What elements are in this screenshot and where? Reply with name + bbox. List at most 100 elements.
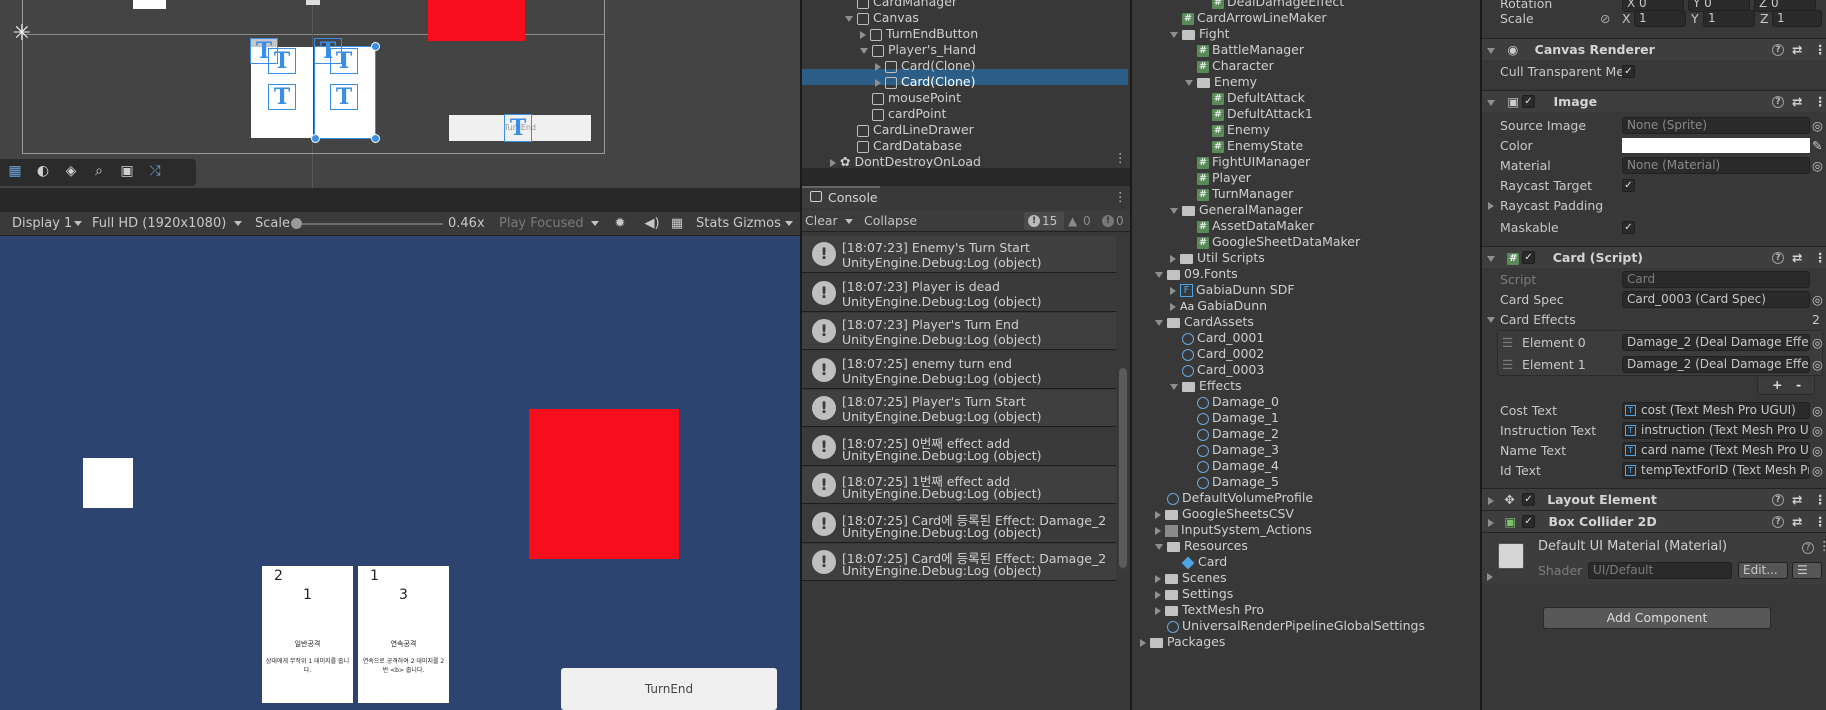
component-menu-icon[interactable]: ⋮ [1818, 538, 1826, 553]
project-row[interactable]: # Player [1185, 170, 1251, 186]
project-row[interactable]: Damage_0 [1185, 394, 1279, 410]
object-picker-icon[interactable]: ◎ [1812, 333, 1823, 353]
foldout-arrow-icon[interactable] [1487, 47, 1495, 54]
project-row[interactable]: # DealDamageEffect [1200, 0, 1344, 10]
console-log-entry[interactable]: ! [18:07:25] Card에 등록된 Effect: Damage_2 Un… [802, 505, 1116, 543]
shader-edit-button[interactable]: Edit... [1738, 562, 1788, 579]
expand-arrow-icon[interactable] [1170, 31, 1178, 38]
gizmos-dropdown[interactable]: Gizmos [733, 212, 797, 235]
pivot-icon[interactable]: ✳ [10, 22, 34, 46]
id-text-field[interactable]: tempTextForID (Text Mesh Pro [1622, 462, 1810, 479]
project-row[interactable]: Packages [1140, 634, 1225, 650]
preset-icon[interactable]: ⇄ [1792, 489, 1802, 511]
object-picker-icon[interactable]: ◎ [1812, 401, 1823, 421]
maskable-checkbox[interactable]: ✓ [1622, 221, 1635, 234]
link-icon[interactable]: ⊘ [1600, 9, 1610, 29]
material-field[interactable]: None (Material) [1622, 157, 1810, 174]
hierarchy-row[interactable]: CardDatabase [845, 138, 962, 154]
stats-button[interactable]: Stats [696, 212, 729, 235]
hierarchy-row[interactable]: mousePoint [860, 90, 961, 106]
card-spec-field[interactable]: Card_0003 (Card Spec) [1622, 291, 1810, 308]
layout-enabled-checbox[interactable]: ✓ [1522, 493, 1535, 506]
project-row[interactable]: Util Scripts [1170, 250, 1265, 266]
project-row[interactable]: Damage_5 [1185, 474, 1279, 490]
project-row[interactable]: TextMesh Pro [1155, 602, 1264, 618]
project-row[interactable]: # FightUIManager [1185, 154, 1310, 170]
expand-arrow-icon[interactable] [1185, 79, 1193, 86]
element-1-field[interactable]: Damage_2 (Deal Damage Effe [1622, 356, 1810, 373]
help-icon[interactable]: ? [1772, 96, 1784, 108]
expand-arrow-icon[interactable] [860, 47, 868, 54]
drag-handle-icon[interactable]: ☰ [1502, 333, 1513, 353]
preset-icon[interactable]: ⇄ [1792, 247, 1802, 269]
game-white-square[interactable] [83, 458, 133, 508]
collapse-arrow-icon[interactable] [1155, 606, 1161, 615]
hierarchy-row[interactable]: CardManager [845, 0, 957, 10]
expand-arrow-icon[interactable] [1155, 543, 1163, 550]
hierarchy-row[interactable]: CardLineDrawer [845, 122, 974, 138]
foldout-arrow-icon[interactable] [1487, 99, 1495, 106]
project-row[interactable]: Damage_1 [1185, 410, 1279, 426]
object-picker-icon[interactable]: ◎ [1812, 421, 1823, 441]
component-menu-icon[interactable]: ⋮ [1814, 91, 1826, 113]
eyedropper-icon[interactable]: ✎ [1812, 136, 1822, 156]
scene-white-square[interactable] [133, 0, 166, 9]
foldout-arrow-icon[interactable] [1487, 317, 1495, 323]
project-row[interactable]: Card_0002 [1170, 346, 1264, 362]
hierarchy-row[interactable]: ✿ DontDestroyOnLoad [830, 154, 981, 168]
hierarchy-row-selected[interactable]: Card(Clone) [875, 74, 975, 90]
project-row[interactable]: GoogleSheetsCSV [1155, 506, 1294, 522]
console-log-entry[interactable]: ! [18:07:25] enemy turn end UnityEngine.De… [802, 351, 1116, 389]
help-icon[interactable]: ? [1772, 44, 1784, 56]
project-row[interactable]: Card_0003 [1170, 362, 1264, 378]
collapse-arrow-icon[interactable] [830, 158, 836, 167]
expand-arrow-icon[interactable] [845, 15, 853, 22]
resolution-dropdown[interactable]: Full HD (1920x1080) [90, 212, 246, 235]
expand-arrow-icon[interactable] [1170, 207, 1178, 214]
element-0-field[interactable]: Damage_2 (Deal Damage Effe [1622, 334, 1810, 351]
help-icon[interactable]: ? [1772, 516, 1784, 528]
collider-enabled-checkbox[interactable]: ✓ [1522, 515, 1535, 528]
instruction-text-field[interactable]: instruction (Text Mesh Pro UG [1622, 422, 1810, 439]
project-row[interactable]: 09.Fonts [1155, 266, 1238, 282]
hierarchy-row[interactable]: cardPoint [860, 106, 946, 122]
project-row[interactable]: # DefultAttack [1200, 90, 1305, 106]
object-picker-icon[interactable]: ◎ [1812, 355, 1823, 375]
preset-icon[interactable]: ⇄ [1792, 511, 1802, 533]
component-menu-icon[interactable]: ⋮ [1814, 511, 1826, 533]
scale-y-field[interactable]: 1 [1703, 10, 1755, 27]
box-collider-header[interactable]: ▣ ✓ Box Collider 2D ? ⇄ ⋮ [1482, 510, 1826, 532]
console-scrollbar-thumb[interactable] [1119, 368, 1127, 568]
expand-arrow-icon[interactable] [1170, 383, 1178, 390]
hierarchy-row[interactable]: TurnEndButton [860, 26, 978, 42]
handle[interactable] [311, 134, 320, 143]
scene-small-square[interactable] [306, 0, 320, 5]
component-menu-icon[interactable]: ⋮ [1814, 489, 1826, 511]
turn-end-button[interactable]: TurnEnd [561, 668, 777, 710]
keyboard-icon[interactable]: ▦ [668, 212, 686, 235]
add-component-button[interactable]: Add Component [1543, 607, 1771, 629]
collapse-arrow-icon[interactable] [1140, 638, 1146, 647]
handle[interactable] [371, 134, 380, 143]
project-row[interactable]: Resources [1155, 538, 1248, 554]
console-log-entry[interactable]: ! [18:07:25] 1번째 effect add UnityEngine.De… [802, 467, 1116, 504]
help-icon[interactable]: ? [1772, 494, 1784, 506]
preset-icon[interactable]: ⇄ [1792, 39, 1802, 61]
object-picker-icon[interactable]: ◎ [1812, 441, 1823, 461]
project-row[interactable]: # DefultAttack1 [1200, 106, 1313, 122]
drag-handle-icon[interactable]: ☰ [1502, 355, 1513, 375]
color-swatch[interactable] [1622, 138, 1810, 153]
add-element-button[interactable]: + [1772, 377, 1782, 392]
hand-card[interactable]: 2 1 일반공격 상대에게 무작위 1 데미지를 줍니다. [262, 566, 353, 703]
clear-dropdown-arrow[interactable] [845, 219, 853, 224]
search-icon[interactable]: ⌕ [88, 163, 110, 183]
console-log-entry[interactable]: ! [18:07:25] 0번째 effect add UnityEngine.De… [802, 428, 1116, 466]
hierarchy-row[interactable]: Canvas [845, 10, 919, 26]
project-row[interactable]: InputSystem_Actions [1155, 522, 1312, 538]
help-icon[interactable]: ? [1772, 252, 1784, 264]
project-row[interactable]: # EnemyState [1200, 138, 1303, 154]
project-row[interactable]: # GoogleSheetDataMaker [1185, 234, 1360, 250]
expand-arrow-icon[interactable] [1155, 319, 1163, 326]
card-effects-count[interactable]: 2 [1812, 310, 1820, 330]
project-row[interactable]: Settings [1155, 586, 1233, 602]
